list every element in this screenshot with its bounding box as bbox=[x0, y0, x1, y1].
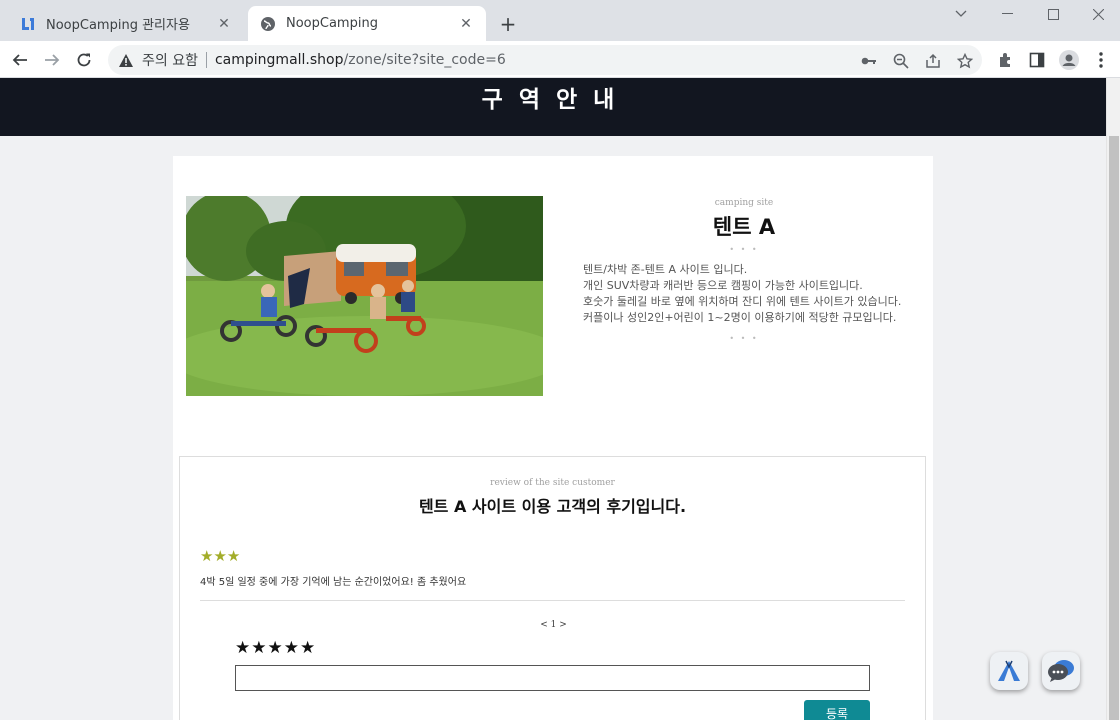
share-icon[interactable] bbox=[924, 52, 942, 70]
tab-admin[interactable]: NoopCamping 관리자용 ✕ bbox=[8, 6, 244, 41]
site-photo bbox=[186, 196, 543, 396]
description-line: 커플이나 성인2인+어린이 1~2명이 이용하기에 적당한 규모입니다. bbox=[583, 311, 897, 324]
description-line: 텐트/차박 존-텐트 A 사이트 입니다. bbox=[583, 263, 748, 276]
tab-search-chevron-icon[interactable] bbox=[938, 0, 984, 28]
back-arrow-icon[interactable] bbox=[6, 46, 34, 74]
window-close-button[interactable] bbox=[1075, 0, 1120, 28]
tab-title: NoopCamping 관리자용 bbox=[46, 18, 190, 33]
maximize-button[interactable] bbox=[1030, 0, 1076, 28]
url-host: campingmall.shop bbox=[214, 52, 344, 68]
review-subtitle: review of the site customer bbox=[490, 478, 615, 488]
globe-icon bbox=[260, 16, 276, 32]
url-path: /zone/site?site_code=6 bbox=[343, 52, 506, 68]
url-text[interactable]: campingmall.shop/zone/site?site_code=6 bbox=[215, 52, 506, 68]
bookmark-star-icon[interactable] bbox=[956, 52, 974, 70]
kebab-menu-icon[interactable] bbox=[1091, 50, 1111, 70]
review-section: review of the site customer 텐트 A 사이트 이용 … bbox=[179, 456, 926, 720]
close-icon[interactable]: ✕ bbox=[458, 16, 474, 32]
review-heading: 텐트 A 사이트 이용 고객의 후기입니다. bbox=[418, 497, 687, 516]
site-subtitle: camping site bbox=[714, 198, 774, 208]
browser-toolbar: 주의 요함 campingmall.shop/zone/site?site_co… bbox=[0, 41, 1120, 78]
url-divider bbox=[205, 52, 207, 68]
site-name: 텐트 A bbox=[712, 215, 776, 239]
submit-review-button[interactable]: 등록 bbox=[804, 700, 870, 720]
rating-star-selector[interactable]: ★★★★★ bbox=[235, 638, 316, 658]
extensions-puzzle-icon[interactable] bbox=[996, 50, 1016, 70]
divider-dots: • • • bbox=[729, 334, 759, 343]
warning-icon[interactable] bbox=[118, 53, 134, 68]
site-card: camping site 텐트 A • • • 텐트/차박 존-텐트 A 사이트… bbox=[173, 156, 933, 720]
review-input[interactable] bbox=[235, 665, 870, 691]
tab-noopcamping[interactable]: NoopCamping ✕ bbox=[248, 6, 486, 41]
review-text: 4박 5일 일정 중에 가장 기억에 남는 순간이었어요! 좀 추웠어요 bbox=[200, 577, 467, 588]
hero-banner: 구 역 안 내 bbox=[0, 78, 1106, 136]
close-icon[interactable]: ✕ bbox=[216, 16, 232, 32]
security-label[interactable]: 주의 요함 bbox=[142, 50, 198, 70]
key-icon[interactable] bbox=[860, 52, 878, 70]
side-panel-icon[interactable] bbox=[1027, 50, 1047, 70]
pagination[interactable]: < 1 > bbox=[180, 620, 927, 630]
site-info: camping site 텐트 A • • • 텐트/차박 존-텐트 A 사이트… bbox=[583, 196, 905, 343]
chat-bubble-icon[interactable] bbox=[1042, 652, 1080, 690]
review-item: ★★★ 4박 5일 일정 중에 가장 기억에 남는 순간이었어요! 좀 추웠어요 bbox=[200, 547, 905, 601]
minimize-button[interactable] bbox=[984, 0, 1030, 28]
page-title: 구 역 안 내 bbox=[481, 87, 619, 113]
divider-dots: • • • bbox=[729, 245, 759, 254]
noop-logo-icon bbox=[20, 16, 36, 32]
review-rating-stars: ★★★ bbox=[200, 547, 241, 565]
camping-tent-icon[interactable] bbox=[990, 652, 1028, 690]
scrollbar-thumb[interactable] bbox=[1109, 136, 1119, 720]
zoom-icon[interactable] bbox=[892, 52, 910, 70]
profile-avatar-icon[interactable] bbox=[1059, 50, 1079, 70]
tab-strip: NoopCamping 관리자용 ✕ NoopCamping ✕ + bbox=[0, 0, 1120, 41]
site-description: 텐트/차박 존-텐트 A 사이트 입니다. 개인 SUV차량과 캐러반 등으로 … bbox=[583, 262, 905, 326]
description-line: 호숫가 둘레길 바로 옆에 위치하며 잔디 위에 텐트 사이트가 있습니다. bbox=[583, 295, 902, 308]
address-bar[interactable]: 주의 요함 campingmall.shop/zone/site?site_co… bbox=[108, 45, 982, 75]
page-viewport: 구 역 안 내 camping site 텐트 A • • • 텐트/차박 존-… bbox=[0, 78, 1106, 720]
reload-icon[interactable] bbox=[70, 46, 98, 74]
tab-title: NoopCamping bbox=[286, 16, 378, 31]
description-line: 개인 SUV차량과 캐러반 등으로 캠핑이 가능한 사이트입니다. bbox=[583, 279, 863, 292]
new-tab-button[interactable]: + bbox=[496, 12, 520, 36]
page-scrollbar[interactable] bbox=[1106, 78, 1120, 720]
forward-arrow-icon[interactable] bbox=[38, 46, 66, 74]
